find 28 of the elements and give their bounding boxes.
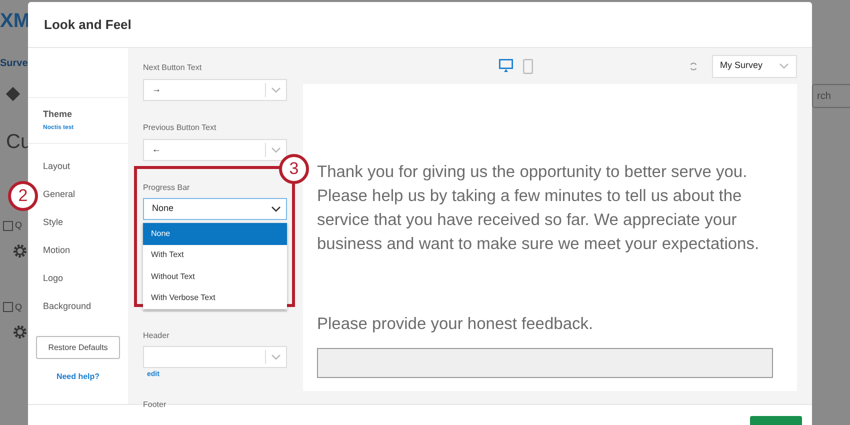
field-label: Next Button Text (143, 62, 203, 74)
previous-button-select[interactable]: ← (143, 139, 287, 161)
dropdown-option[interactable]: With Text (143, 244, 287, 266)
restore-defaults-button[interactable]: Restore Defaults (36, 336, 120, 359)
dialog-title: Look and Feel (44, 16, 132, 34)
question-text: Please provide your honest feedback. (317, 314, 594, 335)
help-link[interactable]: Need help? (28, 371, 128, 383)
sidebar-item[interactable]: Background (43, 293, 120, 321)
logo: XM (0, 10, 31, 32)
field-label: Previous Button Text (143, 122, 218, 134)
survey-select[interactable]: My Survey (712, 54, 797, 78)
question-label: Q (15, 300, 22, 314)
survey-intro-text: Thank you for giving us the opportunity to better serve you. Please help us by taking a few minutes to tell us about the service that you have received so far. We appreciate your business and want to make sure we meet your expectations. (317, 162, 760, 255)
theme-label: Theme (43, 108, 74, 122)
question-label: Q (15, 219, 22, 232)
dropdown-option[interactable]: None (143, 223, 287, 244)
sidebar-item[interactable]: Motion (43, 237, 120, 265)
field-label: Footer (143, 398, 168, 410)
sidebar-item[interactable]: Logo (43, 265, 120, 293)
dropdown-option[interactable]: With Verbose Text (143, 288, 287, 309)
sidebar-item[interactable]: Style (43, 209, 120, 237)
progress-bar-select[interactable]: None (143, 198, 287, 220)
field-label: Progress Bar (143, 182, 191, 194)
dropdown-option[interactable]: Without Text (143, 266, 287, 288)
sidebar-item[interactable]: Layout (43, 153, 120, 181)
sidebar-item[interactable]: General (43, 181, 120, 209)
field-label: Header (143, 330, 170, 342)
next-button-select[interactable]: → (143, 79, 287, 101)
